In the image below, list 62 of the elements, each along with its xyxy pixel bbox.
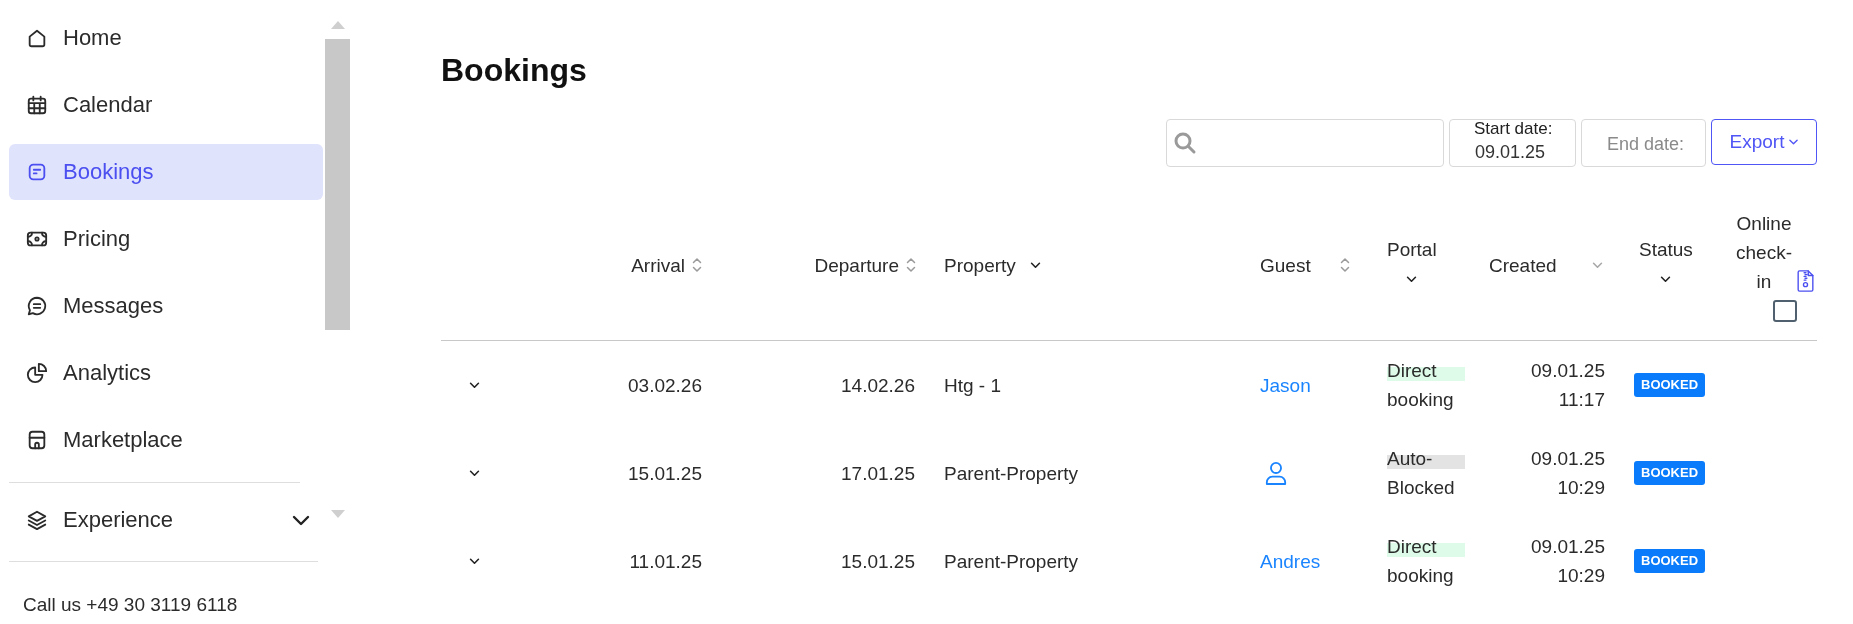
layers-icon — [26, 509, 48, 531]
created-timestamp: 09.01.25 10:29 — [1530, 535, 1605, 588]
column-header[interactable]: Property — [944, 250, 1016, 280]
sort-icon[interactable] — [906, 257, 916, 273]
created-timestamp: 09.01.25 11:17 — [1530, 359, 1605, 412]
created-timestamp: 09.01.25 10:29 — [1530, 447, 1605, 500]
departure-date: 17.01.25 — [841, 462, 915, 484]
scrollbar-thumb[interactable] — [325, 39, 350, 330]
column-header[interactable]: Departure — [814, 250, 899, 280]
departure-date: 15.01.25 — [841, 550, 915, 572]
guest-link[interactable]: Andres — [1260, 546, 1321, 576]
zip-file-icon[interactable] — [1797, 269, 1814, 292]
search-icon — [1173, 131, 1197, 155]
export-button[interactable]: Export — [1711, 119, 1817, 165]
departure-date: 14.02.26 — [841, 374, 915, 396]
nav-item[interactable]: Marketplace — [9, 412, 323, 468]
chevron-down-icon[interactable] — [1406, 276, 1418, 283]
nav-item[interactable]: Pricing — [9, 211, 323, 267]
nav-item[interactable]: Calendar — [9, 77, 323, 133]
pie-chart-icon — [26, 362, 48, 384]
nav-item[interactable]: Messages — [9, 278, 323, 334]
store-icon — [26, 429, 48, 451]
home-icon — [26, 27, 48, 49]
sort-icon[interactable] — [692, 257, 702, 273]
nav-item[interactable]: Home — [9, 10, 323, 66]
page-title: Bookings — [441, 51, 588, 90]
chat-bubble-icon — [26, 295, 48, 317]
nav-item[interactable]: Bookings — [9, 144, 323, 200]
chevron-down-icon[interactable] — [469, 469, 480, 477]
column-header[interactable]: Guest — [1260, 250, 1311, 280]
guest-link[interactable]: Jason — [1260, 370, 1311, 400]
column-header[interactable]: Status — [1639, 235, 1693, 264]
nav-item[interactable]: Experience — [9, 492, 323, 538]
note-icon — [26, 161, 48, 183]
column-header: Online check-in — [1735, 211, 1793, 294]
start-date-label: Start date: — [1474, 120, 1553, 138]
property-name: Htg - 1 — [944, 374, 1002, 396]
arrival-date: 15.01.25 — [628, 462, 702, 484]
arrival-date: 03.02.26 — [628, 374, 702, 396]
call-us-text: Call us +49 30 3119 6118 — [23, 593, 239, 617]
status-badge: BOOKED — [1634, 549, 1706, 573]
column-header[interactable]: Created — [1489, 250, 1557, 280]
status-badge: BOOKED — [1634, 461, 1706, 485]
chevron-down-icon — [1789, 139, 1799, 145]
calendar-icon — [26, 94, 48, 116]
search-field[interactable] — [1166, 119, 1444, 167]
end-date-field[interactable]: End date: — [1581, 119, 1706, 167]
chevron-down-icon[interactable] — [469, 381, 480, 389]
checkbox[interactable] — [1773, 299, 1797, 322]
arrival-date: 11.01.25 — [629, 550, 702, 572]
status-badge: BOOKED — [1634, 373, 1706, 397]
property-name: Parent-Property — [944, 550, 1079, 572]
column-header[interactable]: Portal — [1387, 235, 1437, 264]
chevron-down-icon[interactable] — [469, 557, 480, 565]
chevron-down-icon[interactable] — [1029, 261, 1041, 269]
column-header[interactable]: Arrival — [631, 250, 685, 280]
property-name: Parent-Property — [944, 462, 1079, 484]
sort-icon[interactable] — [1340, 257, 1350, 273]
nav-item[interactable]: Analytics — [9, 345, 323, 401]
person-icon[interactable] — [1265, 461, 1287, 485]
chevron-down-icon[interactable] — [292, 514, 310, 526]
chevron-down-icon[interactable] — [1660, 276, 1672, 283]
